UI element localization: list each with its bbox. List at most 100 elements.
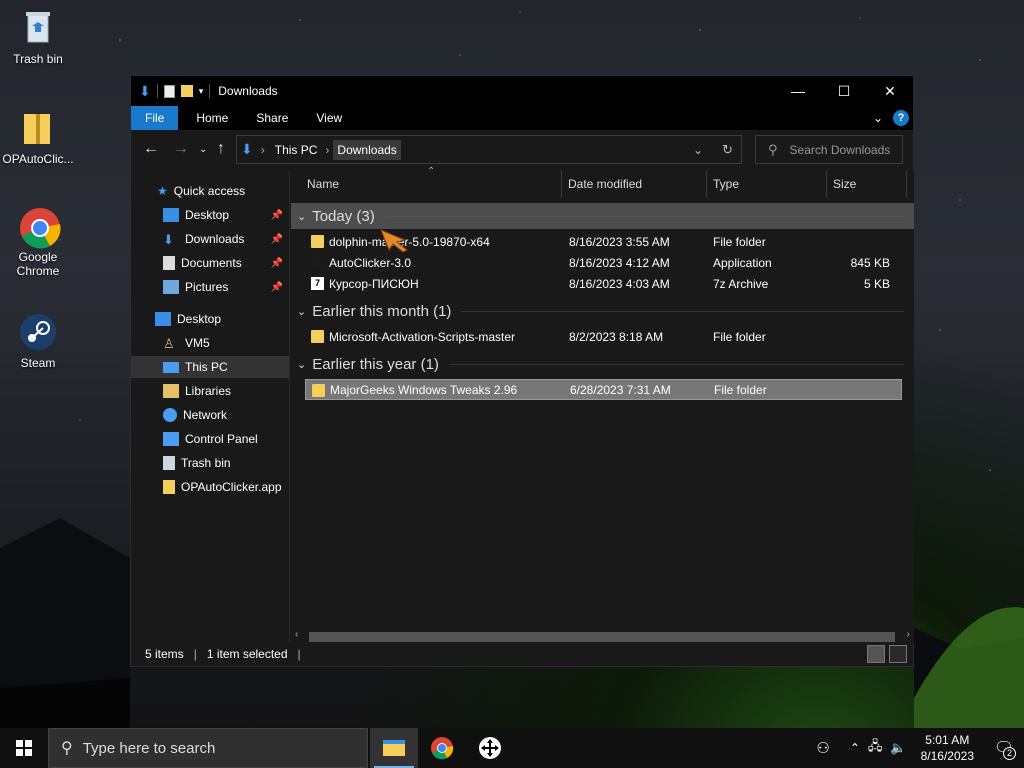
nav-item-documents-pinned[interactable]: Documents 📌	[131, 252, 289, 274]
nav-item-network[interactable]: Network	[131, 404, 289, 426]
desktop-icon-google-chrome[interactable]: Google Chrome	[0, 206, 76, 278]
maximize-button[interactable]: ☐	[821, 76, 867, 106]
new-folder-icon[interactable]	[180, 85, 193, 97]
desktop-icon-trash-bin[interactable]: Trash bin	[0, 8, 76, 66]
group-header-earlier-this-month[interactable]: ⌄ Earlier this month (1)	[291, 298, 914, 324]
nav-item-opautoclicker[interactable]: OPAutoClicker.app	[131, 476, 289, 498]
file-explorer-icon	[383, 740, 405, 756]
column-divider[interactable]	[826, 170, 827, 198]
taskbar: ⚲ Type here to search ⚇ ⌃ 🖧 🔈 5:01 AM 8/…	[0, 728, 1024, 768]
up-arrow-icon[interactable]: ↑	[217, 140, 225, 158]
nav-label: Documents	[181, 256, 242, 270]
address-dropdown-chevron-icon[interactable]: ⌄	[693, 143, 703, 157]
search-icon: ⚲	[768, 141, 778, 157]
column-header-size[interactable]: Size	[833, 170, 856, 198]
people-icon[interactable]: ⚇	[816, 739, 829, 757]
file-name: Microsoft-Activation-Scripts-master	[329, 329, 516, 344]
large-icons-view-button[interactable]	[889, 645, 907, 663]
minimize-button[interactable]: —	[775, 76, 821, 106]
pictures-icon	[163, 280, 179, 294]
help-icon[interactable]: ?	[893, 110, 909, 126]
nav-item-libraries[interactable]: Libraries	[131, 380, 289, 402]
download-arrow-icon: ⬇	[139, 82, 151, 99]
scroll-right-arrow-icon[interactable]: ›	[907, 629, 910, 640]
pane-splitter[interactable]	[289, 170, 290, 644]
properties-icon[interactable]	[163, 84, 175, 98]
nav-label: Libraries	[185, 384, 232, 398]
taskbar-search-box[interactable]: ⚲ Type here to search	[48, 728, 368, 768]
group-header-earlier-this-year[interactable]: ⌄ Earlier this year (1)	[291, 351, 914, 377]
search-box[interactable]: ⚲ Search Downloads	[755, 135, 903, 164]
file-name: AutoClicker-3.0	[329, 255, 412, 270]
back-arrow-icon[interactable]: ←	[143, 140, 159, 158]
file-date: 8/16/2023 4:03 AM	[569, 276, 670, 291]
nav-label: Desktop	[177, 312, 222, 326]
desktop-icon-opautoclicker[interactable]: OPAutoClic...	[0, 108, 76, 166]
nav-item-control-panel[interactable]: Control Panel	[131, 428, 289, 450]
nav-item-vm5[interactable]: ♙ VM5	[131, 332, 289, 354]
desktop-icon-steam[interactable]: Steam	[0, 312, 76, 370]
application-icon	[311, 256, 324, 269]
start-button[interactable]	[0, 728, 48, 768]
nav-item-desktop-pinned[interactable]: Desktop 📌	[131, 204, 289, 226]
tab-home[interactable]: Home	[182, 106, 242, 130]
file-row[interactable]: 7 Курсор-ПИСЮН 8/16/2023 4:03 AM 7z Arch…	[305, 273, 902, 294]
file-row[interactable]: AutoClicker-3.0 8/16/2023 4:12 AM Applic…	[305, 252, 902, 273]
scrollbar-thumb[interactable]	[309, 632, 895, 642]
breadcrumb-this-pc[interactable]: This PC	[271, 140, 322, 160]
volume-icon[interactable]: 🔈	[890, 740, 906, 756]
nav-quick-access[interactable]: ★ Quick access	[131, 180, 289, 202]
group-label: Earlier this year (1)	[312, 355, 439, 373]
taskbar-app-opautoclicker[interactable]	[466, 728, 514, 768]
recent-locations-chevron-icon[interactable]: ⌄	[199, 144, 207, 155]
clock[interactable]: 5:01 AM 8/16/2023	[911, 732, 984, 764]
nav-label: Quick access	[173, 184, 246, 198]
nav-item-trash-bin[interactable]: Trash bin	[131, 452, 289, 474]
nav-item-downloads-pinned[interactable]: ⬇ Downloads 📌	[131, 228, 289, 250]
folder-zip-icon	[163, 480, 175, 494]
tab-share[interactable]: Share	[242, 106, 302, 130]
nav-item-pictures-pinned[interactable]: Pictures 📌	[131, 276, 289, 298]
network-icon[interactable]: 🖧	[868, 737, 883, 759]
taskbar-chrome[interactable]	[418, 728, 466, 768]
nav-label: OPAutoClicker.app	[181, 480, 282, 494]
taskbar-file-explorer[interactable]	[370, 728, 418, 768]
file-row-selected[interactable]: MajorGeeks Windows Tweaks 2.96 6/28/2023…	[305, 379, 902, 400]
chrome-icon	[431, 737, 454, 760]
recycle-bin-icon	[18, 8, 58, 48]
notification-count-badge: 2	[1003, 747, 1016, 760]
column-header-type[interactable]: Type	[713, 170, 739, 198]
scroll-left-arrow-icon[interactable]: ‹	[295, 629, 298, 640]
file-explorer-window: ⬇ ▾ Downloads — ☐ ✕ File Home Share View…	[130, 75, 914, 667]
column-divider[interactable]	[706, 170, 707, 198]
tab-view[interactable]: View	[302, 106, 356, 130]
group-header-today[interactable]: ⌄ Today (3)	[291, 203, 914, 229]
star-icon: ★	[157, 184, 168, 198]
customize-dropdown-icon[interactable]: ▾	[199, 86, 204, 97]
divider: |	[297, 647, 301, 661]
tab-file[interactable]: File	[131, 106, 179, 130]
expand-ribbon-chevron-icon[interactable]: ⌄	[873, 111, 883, 125]
breadcrumb-downloads[interactable]: Downloads	[333, 139, 401, 160]
nav-item-desktop[interactable]: Desktop	[131, 308, 289, 330]
refresh-icon[interactable]: ↻	[722, 142, 733, 158]
pin-icon: 📌	[270, 281, 283, 293]
downloads-location-icon: ⬇	[241, 141, 253, 157]
group-divider-line	[448, 363, 904, 365]
details-view-button[interactable]	[867, 645, 885, 663]
column-divider[interactable]	[561, 170, 562, 198]
close-button[interactable]: ✕	[867, 76, 913, 106]
column-header-date-modified[interactable]: Date modified	[568, 170, 642, 198]
file-row[interactable]: Microsoft-Activation-Scripts-master 8/2/…	[305, 326, 902, 347]
column-divider[interactable]	[906, 170, 907, 198]
address-bar[interactable]: ⬇ › This PC › Downloads ⌄ ↻	[236, 135, 742, 164]
nav-item-this-pc[interactable]: This PC	[131, 356, 289, 378]
pin-icon: 📌	[270, 257, 283, 269]
column-header-name[interactable]: Name	[307, 170, 339, 198]
forward-arrow-icon[interactable]: →	[173, 140, 189, 158]
notification-center-button[interactable]: 🗨 2	[984, 728, 1024, 768]
desktop-icon-label: Google Chrome	[16, 250, 60, 278]
show-hidden-icons-chevron-icon[interactable]: ⌃	[850, 741, 860, 755]
title-bar[interactable]: ⬇ ▾ Downloads — ☐ ✕	[131, 76, 913, 106]
desktop-icon-label: Steam	[20, 356, 56, 370]
